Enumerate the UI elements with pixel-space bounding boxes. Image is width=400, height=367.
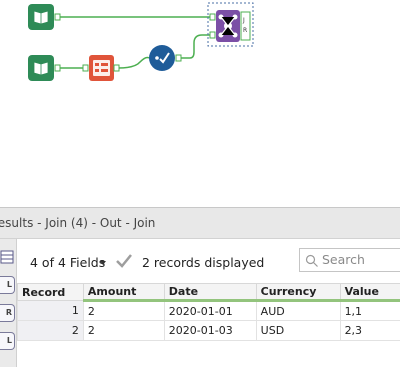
connection-formula-select — [117, 56, 150, 69]
input-data-tool-2[interactable] — [28, 55, 61, 81]
column-header-record[interactable]: Record — [17, 283, 84, 301]
checkmark-icon[interactable] — [115, 252, 133, 270]
cell-value[interactable]: 2,3 — [339, 320, 400, 341]
column-header-value[interactable]: Value — [339, 283, 400, 302]
sidebar-button-l1[interactable]: L — [0, 276, 15, 294]
search-input[interactable]: Search — [299, 248, 400, 272]
cell-currency[interactable]: USD — [255, 320, 341, 341]
table-header-row: Record Amount Date Currency Value — [17, 283, 400, 302]
select-tool[interactable] — [149, 45, 182, 71]
connection-select-join — [180, 34, 211, 59]
sidebar-button-r[interactable]: R — [0, 304, 15, 322]
grid-view-button[interactable] — [0, 249, 15, 267]
workflow-canvas[interactable]: J R — [0, 0, 400, 207]
table-row[interactable]: 1 2 2020-01-01 AUD 1,1 — [17, 300, 400, 321]
cell-record[interactable]: 1 — [17, 300, 84, 321]
results-table: Record Amount Date Currency Value 1 2 20… — [17, 283, 400, 341]
column-header-date[interactable]: Date — [163, 283, 257, 302]
cell-currency[interactable]: AUD — [255, 300, 341, 321]
workflow-diagram: J R — [28, 2, 254, 81]
cell-amount[interactable]: 2 — [82, 300, 165, 321]
join-anchor-r: R — [243, 27, 247, 34]
table-row[interactable]: 2 2 2020-01-03 USD 2,3 — [17, 320, 400, 341]
chevron-down-icon[interactable] — [100, 261, 106, 265]
results-panel: Results - Join (4) - Out - Join L R L 4 … — [0, 207, 400, 367]
sidebar-button-l2[interactable]: L — [0, 332, 15, 350]
results-sidebar: L R L — [0, 239, 17, 367]
search-placeholder: Search — [322, 252, 365, 267]
cell-record[interactable]: 2 — [17, 320, 84, 341]
results-title: Results - Join (4) - Out - Join — [0, 216, 156, 230]
fields-dropdown[interactable]: 4 of 4 Fields — [30, 255, 105, 270]
column-header-currency[interactable]: Currency — [255, 283, 341, 302]
formula-tool[interactable] — [82, 55, 120, 81]
join-anchor-j: J — [242, 17, 245, 24]
cell-date[interactable]: 2020-01-01 — [163, 300, 257, 321]
cell-date[interactable]: 2020-01-03 — [163, 320, 257, 341]
search-icon — [305, 254, 318, 267]
cell-value[interactable]: 1,1 — [339, 300, 400, 321]
results-title-bar: Results - Join (4) - Out - Join — [0, 207, 400, 239]
cell-amount[interactable]: 2 — [82, 320, 165, 341]
input-data-tool-1[interactable] — [28, 4, 61, 30]
records-count: 2 records displayed — [142, 255, 265, 270]
column-header-amount[interactable]: Amount — [82, 283, 165, 302]
table-icon — [0, 250, 14, 264]
join-tool[interactable]: J R — [207, 2, 254, 47]
